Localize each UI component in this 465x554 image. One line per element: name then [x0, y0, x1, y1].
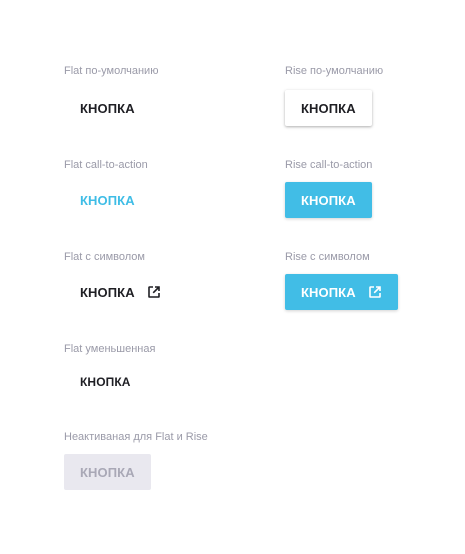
caption-rise-default: Rise по-умолчанию [285, 65, 384, 77]
external-link-icon [368, 285, 382, 299]
caption-rise-icon: Rise с символом [285, 251, 370, 263]
caption-flat-icon: Flat с символом [64, 251, 145, 263]
external-link-icon [147, 285, 161, 299]
flat-default-button[interactable]: КНОПКА [64, 90, 151, 126]
caption-flat-default: Flat по-умолчанию [64, 65, 159, 77]
caption-disabled: Неактиваная для Flat и Rise [64, 431, 208, 443]
rise-default-button[interactable]: КНОПКА [285, 90, 372, 126]
button-label: КНОПКА [80, 375, 131, 389]
button-label: КНОПКА [301, 100, 356, 116]
button-label: КНОПКА [301, 284, 356, 300]
button-label: КНОПКА [80, 100, 135, 116]
rise-cta-button[interactable]: КНОПКА [285, 182, 372, 218]
flat-icon-button[interactable]: КНОПКА [64, 274, 177, 310]
flat-cta-button[interactable]: КНОПКА [64, 182, 151, 218]
button-label: КНОПКА [80, 192, 135, 208]
button-label: КНОПКА [301, 192, 356, 208]
caption-rise-cta: Rise call-to-action [285, 159, 373, 171]
disabled-button: КНОПКА [64, 454, 151, 490]
button-label: КНОПКА [80, 464, 135, 480]
rise-icon-button[interactable]: КНОПКА [285, 274, 398, 310]
caption-flat-small: Flat уменьшенная [64, 343, 156, 355]
button-label: КНОПКА [80, 284, 135, 300]
caption-flat-cta: Flat call-to-action [64, 159, 148, 171]
flat-small-button[interactable]: КНОПКА [64, 368, 147, 396]
